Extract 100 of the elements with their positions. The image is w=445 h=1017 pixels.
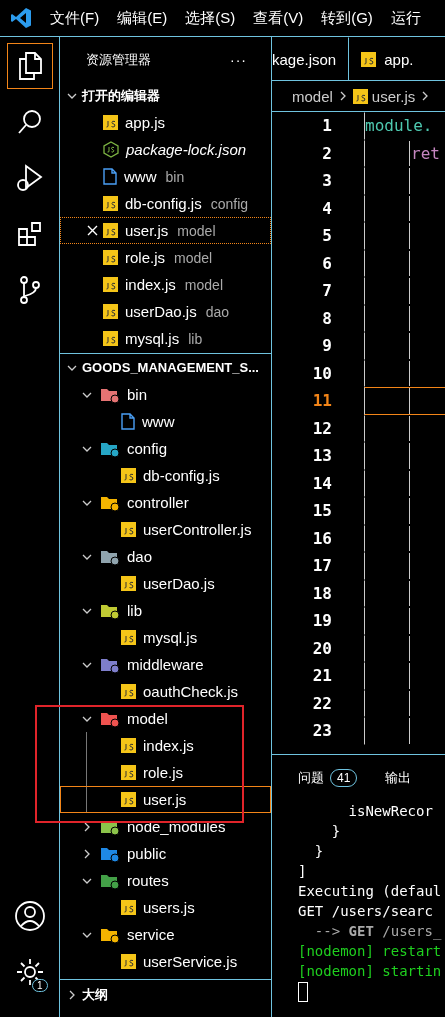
code-text: module. [365, 116, 433, 136]
line-number: 5 [321, 226, 332, 246]
menu-item[interactable]: 运行 [390, 8, 421, 28]
open-editor-item[interactable]: db-config.js config [60, 190, 271, 217]
line-number: 23 [311, 721, 332, 741]
section-header[interactable]: GOODS_MANAGEMENT_S... [60, 354, 271, 381]
menu-item[interactable]: 文件(F) [50, 8, 100, 28]
menu-item[interactable]: 转到(G) [321, 8, 373, 28]
menu-item[interactable]: 查看(V) [253, 8, 304, 28]
panel-tab[interactable]: 问题 41 [298, 768, 358, 788]
explorer-title: 资源管理器 [86, 50, 151, 69]
line-number: 20 [311, 638, 332, 658]
js-file-icon [103, 331, 118, 346]
extensions-icon [15, 220, 44, 248]
line-number: 2 [321, 143, 332, 163]
js-file-icon [121, 468, 136, 483]
file-item[interactable]: users.js [60, 894, 271, 921]
line-number: 11 [311, 391, 332, 411]
open-editor-item[interactable]: user.js model [60, 217, 271, 244]
open-editor-item[interactable]: package-lock.json [60, 136, 271, 163]
open-editor-item[interactable]: app.js [60, 109, 271, 136]
file-icon [103, 168, 117, 185]
folder-item[interactable]: node_modules [60, 813, 271, 840]
line-number: 21 [311, 666, 332, 686]
js-file-icon [121, 900, 136, 915]
line-number: 16 [311, 528, 332, 548]
more-actions-button[interactable]: ··· [230, 51, 247, 68]
js-file-icon [103, 277, 118, 292]
menu-item[interactable]: 选择(S) [185, 8, 236, 28]
js-file-icon [121, 954, 136, 969]
open-editor-item[interactable]: userDao.js dao [60, 298, 271, 325]
open-editor-item[interactable]: index.js model [60, 271, 271, 298]
file-item[interactable]: userController.js [60, 516, 271, 543]
terminal-line: ] [298, 862, 308, 881]
file-item[interactable]: role.js [60, 759, 271, 786]
line-number: 14 [311, 473, 332, 493]
line-number: 6 [321, 253, 332, 273]
panel-tab[interactable]: 输出 [385, 768, 412, 788]
folder-item[interactable]: dao [60, 543, 271, 570]
search-icon [15, 108, 44, 136]
js-file-icon [121, 738, 136, 753]
open-editor-item[interactable]: role.js model [60, 244, 271, 271]
line-number: 12 [311, 418, 332, 438]
line-number: 15 [311, 501, 332, 521]
js-file-icon [103, 196, 118, 211]
js-file-icon [121, 576, 136, 591]
file-item[interactable]: db-config.js [60, 462, 271, 489]
terminal-line: GET /users/searc [298, 902, 434, 921]
breadcrumb-item[interactable]: user.js [371, 87, 416, 105]
section-header[interactable]: 大纲 [60, 979, 271, 1010]
file-item[interactable]: user.js [60, 786, 271, 813]
line-number: 10 [311, 363, 332, 383]
line-number: 8 [321, 308, 332, 328]
code-text: ret [410, 143, 440, 163]
file-item[interactable]: userDao.js [60, 570, 271, 597]
folder-item[interactable]: public [60, 840, 271, 867]
line-number: 9 [321, 336, 332, 356]
folder-item[interactable]: middleware [60, 651, 271, 678]
app-logo-icon [10, 7, 32, 29]
folder-item[interactable]: service [60, 921, 271, 948]
js-file-icon [361, 51, 377, 67]
line-number: 4 [321, 198, 332, 218]
open-editor-item[interactable]: www bin [60, 163, 271, 190]
activity-button[interactable]: 1 [6, 949, 53, 995]
folder-item[interactable]: lib [60, 597, 271, 624]
file-item[interactable]: mysql.js [60, 624, 271, 651]
line-number: 1 [321, 116, 332, 136]
notification-badge: 1 [31, 979, 48, 992]
js-file-icon [121, 765, 136, 780]
folder-item[interactable]: config [60, 435, 271, 462]
js-file-icon [121, 522, 136, 537]
file-item[interactable]: index.js [60, 732, 271, 759]
file-item[interactable]: oauthCheck.js [60, 678, 271, 705]
folder-item[interactable]: controller [60, 489, 271, 516]
editor-tab[interactable]: app. [349, 37, 426, 80]
line-number: 7 [321, 281, 332, 301]
file-item[interactable]: userService.js [60, 948, 271, 975]
terminal-line: } [313, 842, 325, 861]
folder-item[interactable]: model [60, 705, 271, 732]
folder-item[interactable]: bin [60, 381, 271, 408]
js-file-icon [121, 684, 136, 699]
file-item[interactable]: www [60, 408, 271, 435]
folder-item[interactable]: routes [60, 867, 271, 894]
line-number: 22 [311, 693, 332, 713]
line-number: 13 [311, 446, 332, 466]
breadcrumb-item[interactable]: model [292, 87, 333, 105]
activity-button[interactable] [6, 43, 53, 89]
open-editor-item[interactable]: mysql.js lib [60, 325, 271, 352]
editor-tab[interactable]: kage.json [272, 37, 350, 80]
file-icon [121, 413, 135, 430]
close-icon[interactable] [87, 225, 98, 236]
settings-icon [14, 957, 45, 987]
account-icon [13, 900, 46, 932]
menu-item[interactable]: 编辑(E) [117, 8, 168, 28]
terminal-line: } [330, 822, 342, 841]
line-number: 19 [311, 611, 332, 631]
section-header[interactable]: 打开的编辑器 [60, 82, 271, 109]
terminal-line: [nodemon] startin [298, 962, 443, 981]
js-file-icon [352, 88, 368, 104]
line-number: 3 [321, 171, 332, 191]
